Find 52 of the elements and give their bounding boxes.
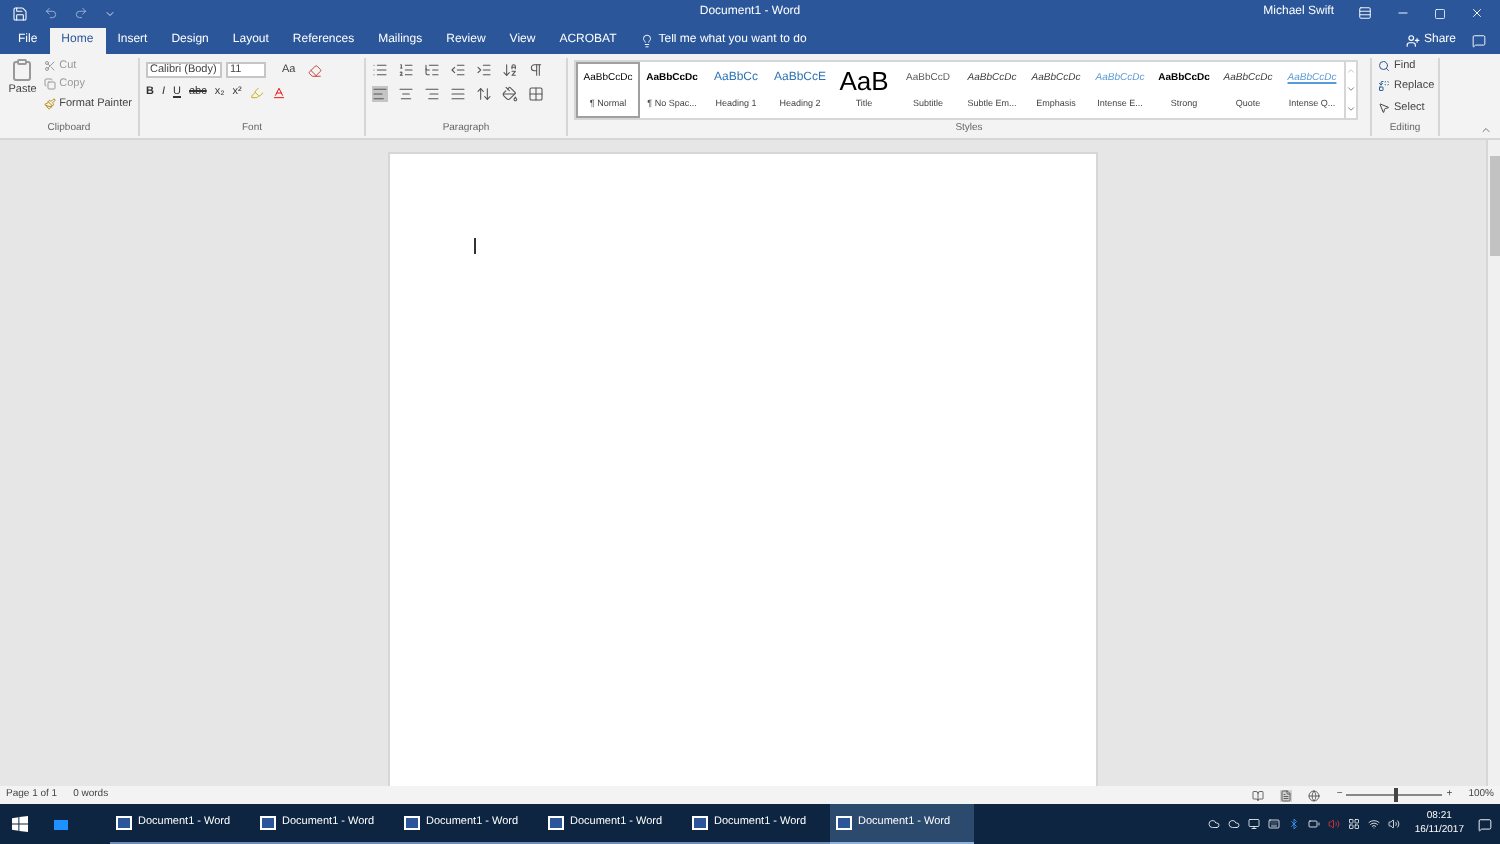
keyboard-icon[interactable]	[1268, 818, 1281, 830]
monitor-icon[interactable]	[1248, 818, 1261, 830]
borders-icon[interactable]	[528, 86, 544, 102]
battery-icon[interactable]	[1308, 818, 1321, 830]
save-icon[interactable]	[12, 5, 28, 21]
shading-icon[interactable]	[502, 86, 518, 102]
start-icon[interactable]	[12, 816, 28, 832]
copy-icon	[43, 78, 56, 91]
minimize-icon[interactable]	[1396, 6, 1410, 20]
bullets-icon[interactable]	[372, 62, 388, 78]
scissors-icon	[43, 60, 56, 73]
scroll-down-icon[interactable]	[1346, 84, 1356, 95]
ribbon-display-icon[interactable]	[1358, 6, 1372, 20]
multilevel-list-icon[interactable]	[424, 62, 440, 78]
pilcrow-icon[interactable]	[528, 62, 544, 78]
font-color-icon[interactable]	[271, 85, 286, 100]
search-icon	[1378, 60, 1390, 73]
increase-indent-icon[interactable]	[476, 62, 492, 78]
task-view-icon[interactable]	[53, 819, 67, 829]
maximize-icon[interactable]	[1434, 7, 1446, 19]
line-spacing-icon[interactable]	[476, 86, 492, 102]
text-cursor	[474, 238, 476, 254]
pointer-icon	[1378, 101, 1390, 114]
align-left-icon[interactable]	[372, 86, 388, 102]
sort-icon[interactable]	[502, 62, 518, 78]
apps-icon[interactable]	[1348, 818, 1361, 830]
lightbulb-icon[interactable]	[640, 34, 655, 48]
replace-icon	[1378, 80, 1390, 93]
comments-icon[interactable]	[1472, 34, 1486, 48]
align-center-icon[interactable]	[398, 86, 414, 102]
volume-icon[interactable]	[1388, 818, 1401, 830]
wifi-icon[interactable]	[1368, 818, 1381, 830]
decrease-indent-icon[interactable]	[450, 62, 466, 78]
customize-icon[interactable]	[104, 7, 116, 19]
redo-icon[interactable]	[74, 6, 88, 20]
bluetooth-icon[interactable]	[1288, 818, 1301, 830]
speaker-icon[interactable]	[1328, 818, 1341, 830]
close-icon[interactable]	[1470, 6, 1484, 20]
justify-icon[interactable]	[450, 86, 466, 102]
more-styles-icon[interactable]	[1346, 103, 1356, 114]
clear-format-icon[interactable]	[307, 63, 322, 78]
scrollbar[interactable]	[1486, 140, 1500, 786]
web-layout-icon[interactable]	[1308, 789, 1321, 801]
undo-icon[interactable]	[44, 6, 58, 20]
person-plus-icon	[1405, 34, 1420, 48]
align-right-icon[interactable]	[424, 86, 440, 102]
clipboard-icon	[10, 58, 35, 82]
notifications-icon[interactable]	[1478, 817, 1492, 831]
print-layout-icon[interactable]	[1280, 789, 1293, 801]
read-mode-icon[interactable]	[1252, 789, 1265, 801]
paintbrush-icon	[43, 97, 56, 110]
numbering-icon[interactable]	[398, 62, 414, 78]
